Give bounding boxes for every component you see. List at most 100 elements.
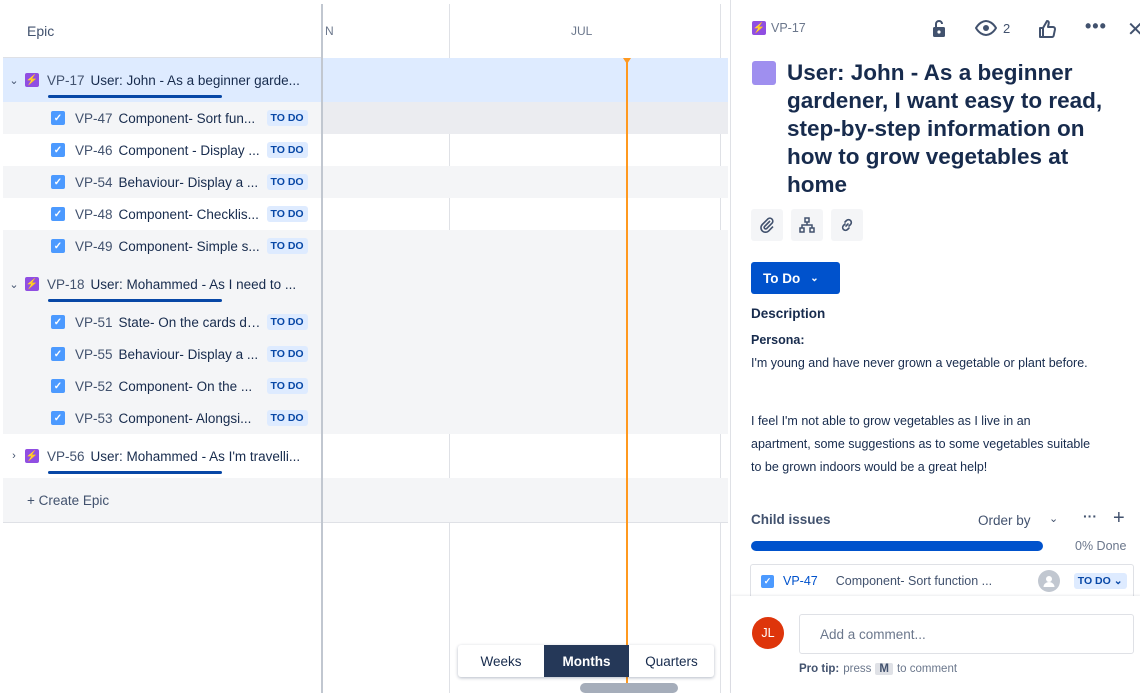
horizontal-scrollbar[interactable] <box>580 683 678 693</box>
status-badge: TO DO <box>266 378 308 394</box>
epic-column-header: Epic <box>3 4 321 58</box>
checkbox-icon: ✓ <box>51 207 65 221</box>
child-issue-row[interactable]: ✓ VP-53 Component- Alongsi... TO DO <box>3 402 321 434</box>
child-issue-row[interactable]: ✓ VP-49 Component- Simple s... TO DO <box>3 230 321 262</box>
issue-key[interactable]: VP-47 <box>75 111 113 126</box>
timeline-row <box>323 230 728 262</box>
comment-input[interactable]: Add a comment... <box>799 614 1134 654</box>
chevron-right-icon[interactable]: › <box>3 450 25 462</box>
issue-summary[interactable]: Component- Alongsi... <box>119 411 261 426</box>
epic-progress-bar <box>48 299 222 302</box>
lock-icon[interactable] <box>930 18 948 38</box>
comment-placeholder: Add a comment... <box>820 626 926 642</box>
user-avatar[interactable]: JL <box>752 617 784 649</box>
issue-key-breadcrumb[interactable]: VP-17 <box>771 21 806 35</box>
epic-color-swatch[interactable] <box>752 61 776 85</box>
pro-tip-text: press <box>843 663 872 675</box>
issue-key[interactable]: VP-46 <box>75 143 113 158</box>
more-icon[interactable]: ··· <box>1083 508 1097 524</box>
issue-key[interactable]: VP-54 <box>75 175 113 190</box>
child-status-badge[interactable]: TO DO ⌄ <box>1073 573 1127 589</box>
timeline-header <box>323 4 728 59</box>
persona-label: Persona: <box>751 333 805 347</box>
months-button[interactable]: Months <box>544 645 629 677</box>
issue-summary[interactable]: State- On the cards di... <box>119 315 261 330</box>
checkbox-icon: ✓ <box>51 411 65 425</box>
child-issue-row[interactable]: ✓ VP-47 Component- Sort fun... TO DO <box>3 102 321 134</box>
child-status-label: TO DO <box>1077 575 1111 587</box>
epic-key[interactable]: VP-17 <box>47 73 85 88</box>
timeline-grid: N JUL Weeks Months Quarters <box>323 4 728 693</box>
issue-key[interactable]: VP-48 <box>75 207 113 222</box>
checkbox-icon: ✓ <box>51 379 65 393</box>
watchers-count[interactable]: 2 <box>1003 21 1010 36</box>
issue-summary[interactable]: Component- Sort fun... <box>119 111 261 126</box>
child-issue-row[interactable]: ✓ VP-48 Component- Checklis... TO DO <box>3 198 321 230</box>
timeline-row <box>323 58 728 102</box>
chevron-down-icon[interactable]: ⌄ <box>3 74 25 87</box>
issue-summary[interactable]: Component- On the ... <box>119 379 261 394</box>
today-marker-icon <box>623 58 631 64</box>
issue-summary[interactable]: Component - Display ... <box>119 143 261 158</box>
child-issue-row[interactable]: ✓ VP-46 Component - Display ... TO DO <box>3 134 321 166</box>
status-dropdown-button[interactable]: To Do ⌄ <box>751 262 840 294</box>
child-issue-row[interactable]: ✓ VP-51 State- On the cards di... TO DO <box>3 306 321 338</box>
issue-toolbar <box>751 209 871 241</box>
epic-icon: ⚡ <box>25 449 39 463</box>
issue-summary[interactable]: Component- Checklis... <box>119 207 261 222</box>
description-text[interactable]: I'm young and have never grown a vegetab… <box>751 352 1091 375</box>
child-issue-row[interactable]: ✓ VP-52 Component- On the ... TO DO <box>3 370 321 402</box>
child-issue-icon[interactable] <box>791 209 823 241</box>
description-text[interactable]: I feel I'm not able to grow vegetables a… <box>751 410 1091 479</box>
quarters-button[interactable]: Quarters <box>629 645 714 677</box>
chevron-down-icon: ⌄ <box>810 272 819 284</box>
issue-key[interactable]: VP-51 <box>75 315 113 330</box>
epic-summary[interactable]: User: John - As a beginner garde... <box>91 73 300 88</box>
issue-summary[interactable]: Component- Simple s... <box>119 239 261 254</box>
link-icon[interactable] <box>831 209 863 241</box>
child-issue-key[interactable]: VP-47 <box>783 574 818 588</box>
status-label: To Do <box>763 270 801 286</box>
checkbox-icon: ✓ <box>51 175 65 189</box>
child-issue-row[interactable]: ✓ VP-55 Behaviour- Display a ... TO DO <box>3 338 321 370</box>
issue-key[interactable]: VP-53 <box>75 411 113 426</box>
checkbox-icon: ✓ <box>51 143 65 157</box>
issue-key[interactable]: VP-55 <box>75 347 113 362</box>
create-epic-label: + Create Epic <box>27 492 110 508</box>
epic-summary[interactable]: User: Mohammed - As I need to ... <box>91 277 297 292</box>
child-issue-row[interactable]: ✓ VP-54 Behaviour- Display a ... TO DO <box>3 166 321 198</box>
status-badge: TO DO <box>266 314 308 330</box>
epic-key[interactable]: VP-18 <box>47 277 85 292</box>
epic-summary[interactable]: User: Mohammed - As I'm travelli... <box>91 449 301 464</box>
status-badge: TO DO <box>266 346 308 362</box>
issue-summary[interactable]: Behaviour- Display a ... <box>119 175 261 190</box>
epic-key[interactable]: VP-56 <box>47 449 85 464</box>
weeks-button[interactable]: Weeks <box>458 645 544 677</box>
status-badge: TO DO <box>266 206 308 222</box>
more-icon[interactable]: ••• <box>1085 16 1107 37</box>
child-issue-row[interactable]: ✓ VP-47 Component- Sort function ... TO … <box>750 564 1134 597</box>
timeline-row <box>323 478 728 523</box>
eye-icon[interactable] <box>974 19 998 37</box>
issue-key[interactable]: VP-52 <box>75 379 113 394</box>
child-issues-heading: Child issues <box>751 512 831 527</box>
thumbs-up-icon[interactable] <box>1037 19 1057 39</box>
close-icon[interactable]: ✕ <box>1127 17 1140 42</box>
timeline-row <box>323 262 728 434</box>
order-by-dropdown[interactable]: Order by <box>978 513 1031 528</box>
unassigned-avatar-icon[interactable] <box>1037 570 1060 592</box>
chevron-down-icon[interactable]: ⌄ <box>1049 512 1058 525</box>
epic-icon: ⚡ <box>25 277 39 291</box>
checkbox-icon: ✓ <box>51 347 65 361</box>
issue-summary[interactable]: Behaviour- Display a ... <box>119 347 261 362</box>
add-child-icon[interactable]: + <box>1113 507 1125 530</box>
epic-progress-bar <box>48 471 222 474</box>
child-issue-summary[interactable]: Component- Sort function ... <box>836 574 1014 588</box>
chevron-down-icon[interactable]: ⌄ <box>3 278 25 291</box>
create-epic-button[interactable]: + Create Epic <box>3 478 321 522</box>
attachment-icon[interactable] <box>751 209 783 241</box>
month-label: JUL <box>571 24 593 38</box>
issue-key[interactable]: VP-49 <box>75 239 113 254</box>
keyboard-key: M <box>875 663 893 675</box>
issue-title[interactable]: User: John - As a beginner gardener, I w… <box>787 59 1127 199</box>
